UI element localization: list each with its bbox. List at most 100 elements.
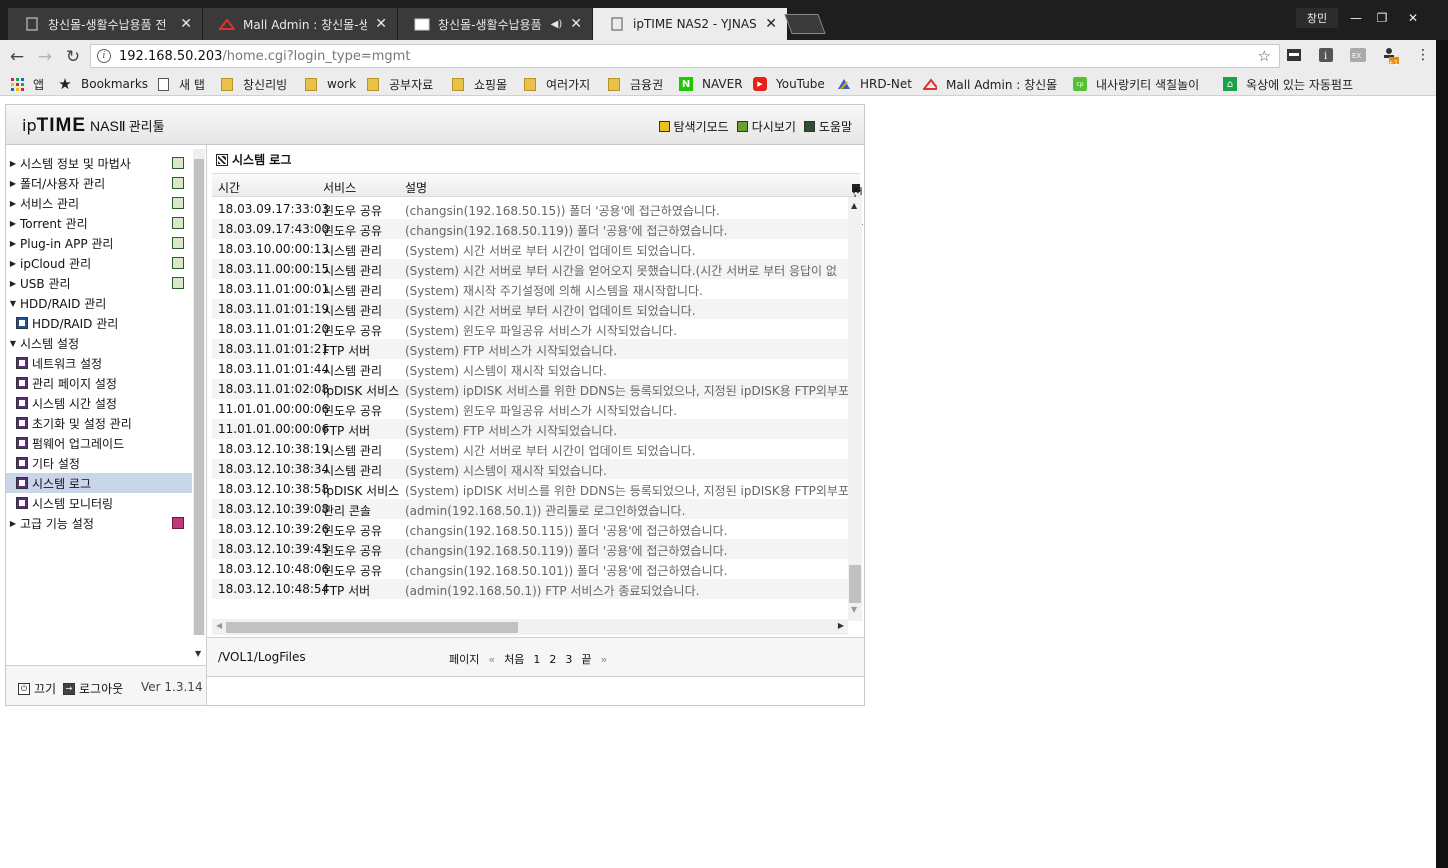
scroll-down-arrow-icon[interactable]: ▼ — [851, 605, 857, 614]
menu-system-settings[interactable]: ▼ 시스템 설정 — [6, 333, 192, 353]
bookmark-mall-admin[interactable]: Mall Admin : 창신몰 — [923, 76, 1057, 92]
bookmark-folder-study[interactable]: 공부자료 — [366, 76, 433, 92]
menu-system-info[interactable]: ▶ 시스템 정보 및 마법사 — [6, 153, 192, 173]
close-icon[interactable]: ✕ — [375, 16, 387, 32]
table-row[interactable]: 18.03.11.01:01:44 시스템 관리 (System) 시스템이 재시작… — [212, 359, 854, 379]
bookmark-pump[interactable]: ⌂ 옥상에 있는 자동펌프 — [1223, 76, 1353, 92]
menu-system-monitoring[interactable]: 시스템 모니터링 — [6, 493, 192, 513]
table-row[interactable]: 18.03.12.10:39:08 관리 콘솔 (admin(192.168.50.… — [212, 499, 854, 519]
bookmark-new-tab[interactable]: 새 탭 — [156, 76, 205, 92]
menu-service[interactable]: ▶ 서비스 관리 — [6, 193, 192, 213]
bookmark-folder-changsin[interactable]: 창신리빙 — [220, 76, 287, 92]
menu-hdd-raid-manage[interactable]: HDD/RAID 관리 — [6, 313, 192, 333]
table-row[interactable]: 18.03.11.01:00:01 시스템 관리 (System) 재시작 주기설정… — [212, 279, 854, 299]
close-icon[interactable]: ✕ — [180, 16, 192, 32]
menu-dots-icon[interactable]: ⋮ — [1414, 46, 1432, 64]
scroll-left-arrow-icon[interactable]: ◀ — [216, 621, 222, 630]
scroll-thumb[interactable] — [226, 622, 518, 633]
log-horizontal-scrollbar[interactable]: ◀ ▶ — [212, 619, 848, 635]
table-row[interactable]: 18.03.12.10:38:34 시스템 관리 (System) 시스템이 재시작… — [212, 459, 854, 479]
profile-button[interactable]: 창민 — [1296, 8, 1338, 28]
table-row[interactable]: 18.03.12.10:38:19 시스템 관리 (System) 시간 서버로 부… — [212, 439, 854, 459]
menu-hdd-raid[interactable]: ▼ HDD/RAID 관리 — [6, 293, 192, 313]
scroll-up-arrow-icon[interactable]: ▲ — [851, 201, 857, 210]
table-row[interactable]: 18.03.11.00:00:15 시스템 관리 (System) 시간 서버로 부… — [212, 259, 854, 279]
bookmark-apps[interactable]: 앱 — [10, 76, 44, 92]
table-row[interactable]: 18.03.11.01:01:19 시스템 관리 (System) 시간 서버로 부… — [212, 299, 854, 319]
explorer-mode-link[interactable]: 탐색기모드 — [658, 118, 729, 135]
browser-tab-1[interactable]: 창신몰-생활수납용품 전 ✕ — [8, 8, 202, 40]
menu-plugin[interactable]: ▶ Plug-in APP 관리 — [6, 233, 192, 253]
restore-icon[interactable]: ❐ — [1370, 8, 1394, 28]
extension-info-icon[interactable]: i — [1317, 46, 1335, 64]
back-icon[interactable]: ← — [6, 46, 28, 68]
refresh-link[interactable]: 다시보기 — [736, 118, 796, 135]
menu-folder-user[interactable]: ▶ 폴더/사용자 관리 — [6, 173, 192, 193]
minimize-icon[interactable]: — — [1344, 8, 1368, 28]
menu-network-settings[interactable]: 네트워크 설정 — [6, 353, 192, 373]
browser-tab-3[interactable]: 창신몰-생활수납용품 ◀) ✕ — [398, 8, 592, 40]
last-page-link[interactable]: 끝 — [581, 651, 591, 667]
bookmark-naver[interactable]: N NAVER — [679, 76, 743, 92]
power-off-button[interactable]: ⏻ 끄기 — [18, 680, 56, 697]
table-row[interactable]: 18.03.11.01:02:08 ipDISK 서비스 (System) ipDI… — [212, 379, 854, 399]
bookmark-hrd-net[interactable]: HRD-Net — [837, 76, 912, 92]
table-row[interactable]: 11.01.01.00:00:06 윈도우 공유 (System) 윈도우 파일공유… — [212, 399, 854, 419]
table-row[interactable]: 18.03.12.10:39:45 윈도우 공유 (changsin(192.168… — [212, 539, 854, 559]
menu-advanced[interactable]: ▶ 고급 기능 설정 — [6, 513, 192, 533]
menu-torrent[interactable]: ▶ Torrent 관리 — [6, 213, 192, 233]
table-row[interactable]: 18.03.11.01:01:21 FTP 서버 (System) FTP 서비스가… — [212, 339, 854, 359]
close-window-icon[interactable]: ✕ — [1398, 8, 1428, 28]
scroll-right-arrow-icon[interactable]: ▶ — [838, 621, 844, 630]
bookmark-star-icon[interactable]: ☆ — [1258, 47, 1271, 65]
menu-system-time[interactable]: 시스템 시간 설정 — [6, 393, 192, 413]
scroll-thumb[interactable] — [849, 565, 861, 603]
scroll-thumb[interactable] — [194, 159, 204, 635]
log-vertical-scrollbar[interactable]: ▲ ▼ — [848, 197, 862, 621]
table-row[interactable]: 11.01.01.00:00:06 FTP 서버 (System) FTP 서비스가… — [212, 419, 854, 439]
extension-ninja-icon[interactable] — [1285, 46, 1303, 64]
bookmark-bookmarks[interactable]: ★ Bookmarks — [58, 75, 148, 93]
col-time[interactable]: 시간 — [218, 179, 240, 196]
menu-firmware-upgrade[interactable]: 펌웨어 업그레이드 — [6, 433, 192, 453]
bookmark-folder-finance[interactable]: 금융권 — [607, 76, 663, 92]
bookmark-youtube[interactable]: ▶ YouTube — [753, 76, 825, 92]
bookmark-folder-shop[interactable]: 쇼핑몰 — [451, 76, 507, 92]
help-link[interactable]: 도움말 — [803, 118, 852, 135]
table-row[interactable]: 18.03.11.01:01:20 윈도우 공유 (System) 윈도우 파일공유… — [212, 319, 854, 339]
table-row[interactable]: 18.03.12.10:48:06 윈도우 공유 (changsin(192.168… — [212, 559, 854, 579]
menu-reset-config[interactable]: 초기화 및 설정 관리 — [6, 413, 192, 433]
reload-icon[interactable]: ↻ — [62, 46, 84, 68]
logout-button[interactable]: → 로그아웃 — [63, 680, 123, 697]
table-row[interactable]: 18.03.12.10:39:26 윈도우 공유 (changsin(192.168… — [212, 519, 854, 539]
page-link-2[interactable]: 2 — [549, 653, 556, 666]
menu-admin-page-settings[interactable]: 관리 페이지 설정 — [6, 373, 192, 393]
browser-tab-4[interactable]: ipTIME NAS2 - YJNAS2 ✕ — [593, 8, 787, 40]
new-tab-button[interactable] — [784, 14, 826, 34]
table-row[interactable]: 18.03.10.00:00:13 시스템 관리 (System) 시간 서버로 부… — [212, 239, 854, 259]
menu-ipcloud[interactable]: ▶ ipCloud 관리 — [6, 253, 192, 273]
bookmark-folder-misc[interactable]: 여러가지 — [523, 76, 590, 92]
browser-tab-2[interactable]: Mall Admin : 창신몰-생활 ✕ — [203, 8, 397, 40]
scroll-down-arrow-icon[interactable]: ▼ — [195, 649, 201, 658]
info-icon[interactable]: i — [97, 49, 111, 63]
bookmark-folder-work[interactable]: work — [304, 76, 356, 92]
close-icon[interactable]: ✕ — [765, 16, 777, 32]
table-row[interactable]: 18.03.12.10:48:54 FTP 서버 (admin(192.168.50… — [212, 579, 854, 599]
speaker-icon[interactable]: ◀) — [551, 19, 563, 30]
col-desc[interactable]: 설명 — [405, 179, 427, 196]
extension-ex-icon[interactable]: EX — [1349, 46, 1367, 64]
forward-icon[interactable]: → — [34, 46, 56, 68]
menu-etc-settings[interactable]: 기타 설정 — [6, 453, 192, 473]
table-row[interactable]: 18.03.12.10:38:58 ipDISK 서비스 (System) ipDI… — [212, 479, 854, 499]
first-page-link[interactable]: 처음 — [504, 651, 524, 667]
page-link-3[interactable]: 3 — [565, 653, 572, 666]
sidebar-scrollbar[interactable] — [193, 149, 205, 635]
col-service[interactable]: 서비스 — [323, 179, 356, 196]
table-row[interactable]: 18.03.09.17:33:03 윈도우 공유 (changsin(192.168… — [212, 199, 854, 219]
menu-system-log[interactable]: 시스템 로그 — [6, 473, 192, 493]
close-icon[interactable]: ✕ — [570, 16, 582, 32]
next-page-icon[interactable]: » — [600, 653, 607, 666]
menu-usb[interactable]: ▶ USB 관리 — [6, 273, 192, 293]
address-bar[interactable]: i 192.168.50.203/home.cgi?login_type=mgm… — [90, 44, 1280, 68]
